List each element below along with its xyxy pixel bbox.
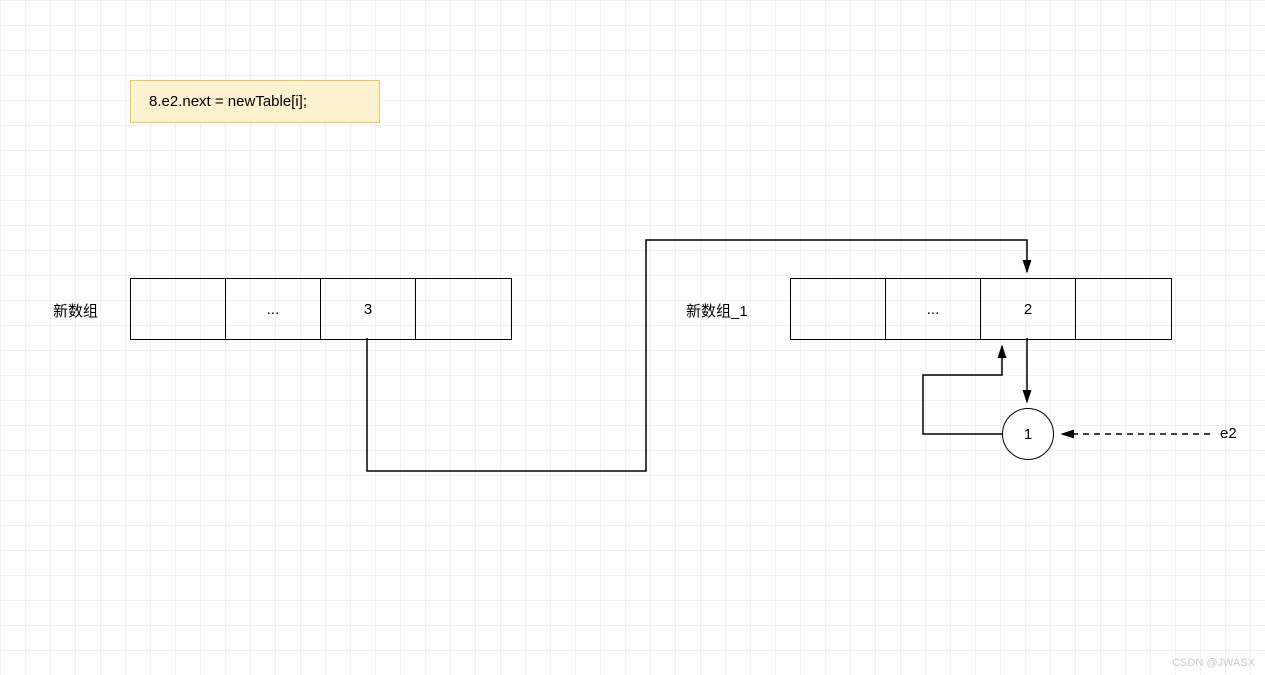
left-array-label: 新数组 (53, 300, 98, 321)
node-1: 1 (1002, 408, 1054, 460)
right-array-cell-0 (791, 279, 886, 339)
right-array-label: 新数组_1 (686, 300, 748, 321)
pointer-e2-label: e2 (1220, 425, 1237, 442)
right-array-cell-2: 2 (981, 279, 1076, 339)
watermark: CSDN @JWASX (1172, 657, 1255, 669)
code-note: 8.e2.next = newTable[i]; (130, 80, 380, 123)
right-array-cell-3 (1076, 279, 1171, 339)
left-array-cell-1: ... (226, 279, 321, 339)
left-array: ... 3 (130, 278, 512, 340)
right-array: ... 2 (790, 278, 1172, 340)
right-array-cell-1: ... (886, 279, 981, 339)
left-array-cell-2: 3 (321, 279, 416, 339)
left-array-cell-0 (131, 279, 226, 339)
code-note-text: 8.e2.next = newTable[i]; (149, 93, 307, 110)
left-array-cell-3 (416, 279, 511, 339)
